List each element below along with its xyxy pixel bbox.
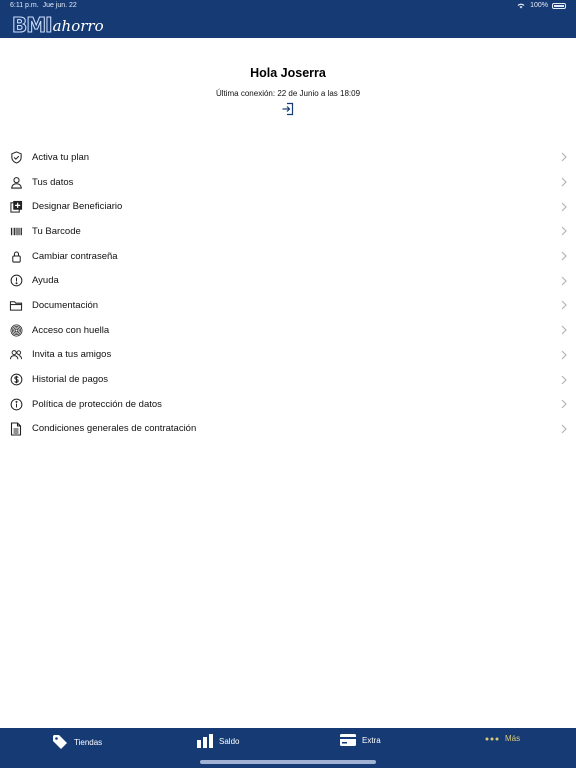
menu-item-label: Historial de pagos xyxy=(32,374,109,386)
menu-item-label: Designar Beneficiario xyxy=(32,201,123,213)
fingerprint-icon xyxy=(9,323,23,337)
exclamation-circle-icon xyxy=(9,274,23,288)
tab-saldo[interactable]: Saldo xyxy=(197,734,239,748)
menu-item-label: Acceso con huella xyxy=(32,324,110,336)
chevron-right-icon xyxy=(561,202,567,212)
chevron-right-icon xyxy=(561,424,567,434)
lock-icon xyxy=(9,249,23,263)
menu-item-label: Invita a tus amigos xyxy=(32,349,112,361)
logo-main-text: BMI xyxy=(12,13,54,37)
chevron-right-icon xyxy=(561,375,567,384)
login-icon[interactable] xyxy=(281,102,295,121)
status-time-text: 6:11 p.m. xyxy=(10,2,39,9)
home-indicator xyxy=(200,760,376,764)
tag-icon xyxy=(53,735,67,749)
tab-extra[interactable]: Extra xyxy=(340,734,381,746)
document-icon xyxy=(9,422,23,436)
menu-item-cambiar-contrasena[interactable]: Cambiar contraseña xyxy=(0,244,576,269)
status-bar: 6:11 p.m. Jue jun. 22 100% xyxy=(0,0,576,12)
person-icon xyxy=(9,175,23,189)
menu-item-documentacion[interactable]: Documentación xyxy=(0,293,576,318)
card-icon xyxy=(340,734,356,746)
menu-item-label: Tus datos xyxy=(32,176,74,188)
brand-logo: BMI ahorro xyxy=(12,13,104,37)
tab-mas[interactable]: Más xyxy=(485,734,520,743)
status-time: 6:11 p.m. Jue jun. 22 xyxy=(10,2,77,9)
chevron-right-icon xyxy=(561,301,567,310)
add-beneficiary-icon xyxy=(9,200,23,214)
menu-item-ayuda[interactable]: Ayuda xyxy=(0,268,576,293)
bar-chart-icon xyxy=(197,734,213,748)
menu-item-label: Activa tu plan xyxy=(32,151,90,163)
menu-item-beneficiario[interactable]: Designar Beneficiario xyxy=(0,194,576,219)
menu-item-politica-datos[interactable]: Política de protección de datos xyxy=(0,392,576,417)
menu-item-label: Cambiar contraseña xyxy=(32,250,118,262)
menu-item-tus-datos[interactable]: Tus datos xyxy=(0,170,576,195)
menu-item-invita-amigos[interactable]: Invita a tus amigos xyxy=(0,343,576,368)
greeting-title: Hola Joserra xyxy=(250,66,326,80)
battery-icon xyxy=(552,2,566,9)
dollar-circle-icon xyxy=(9,373,23,387)
chevron-right-icon xyxy=(561,251,567,261)
menu-item-label: Condiciones generales de contratación xyxy=(32,423,197,435)
menu-item-historial-pagos[interactable]: Historial de pagos xyxy=(0,367,576,392)
chevron-right-icon xyxy=(561,325,567,335)
more-dots-icon xyxy=(485,737,499,740)
info-circle-icon xyxy=(9,397,23,411)
tab-tiendas[interactable]: Tiendas xyxy=(52,734,102,750)
chevron-right-icon xyxy=(561,226,567,236)
people-icon xyxy=(9,348,23,362)
logo-sub-text: ahorro xyxy=(52,17,104,35)
status-date-text: Jue jun. 22 xyxy=(42,2,77,9)
last-connection-text: Última conexión: 22 de Junio a las 18:09 xyxy=(215,89,361,98)
menu-item-acceso-huella[interactable]: Acceso con huella xyxy=(0,318,576,343)
menu-item-condiciones[interactable]: Condiciones generales de contratación xyxy=(0,417,576,442)
menu-item-barcode[interactable]: Tu Barcode xyxy=(0,219,576,244)
shield-check-icon xyxy=(9,150,23,164)
barcode-icon xyxy=(9,224,23,238)
tab-label: Extra xyxy=(362,735,381,745)
profile-section: Hola Joserra Última conexión: 22 de Juni… xyxy=(0,66,576,121)
menu-item-label: Documentación xyxy=(32,299,99,311)
chevron-right-icon xyxy=(561,276,567,286)
menu-item-label: Política de protección de datos xyxy=(32,398,162,410)
menu-item-label: Ayuda xyxy=(32,275,59,287)
battery-percent: 100% xyxy=(530,2,548,9)
menu-item-label: Tu Barcode xyxy=(32,225,81,237)
settings-menu: Activa tu plan Tus datos Designar Benefi… xyxy=(0,145,576,441)
tab-label: Saldo xyxy=(219,736,240,746)
folder-icon xyxy=(9,298,23,312)
app-header: 6:11 p.m. Jue jun. 22 100% BMI ahorro xyxy=(0,0,576,38)
chevron-right-icon xyxy=(561,177,567,187)
status-right: 100% xyxy=(516,2,566,9)
tab-label: Tiendas xyxy=(74,737,103,747)
menu-item-activa-plan[interactable]: Activa tu plan xyxy=(0,145,576,170)
chevron-right-icon xyxy=(561,152,567,162)
chevron-right-icon xyxy=(561,350,567,360)
tab-label: Más xyxy=(505,734,521,743)
chevron-right-icon xyxy=(561,399,567,409)
wifi-icon xyxy=(517,3,525,9)
